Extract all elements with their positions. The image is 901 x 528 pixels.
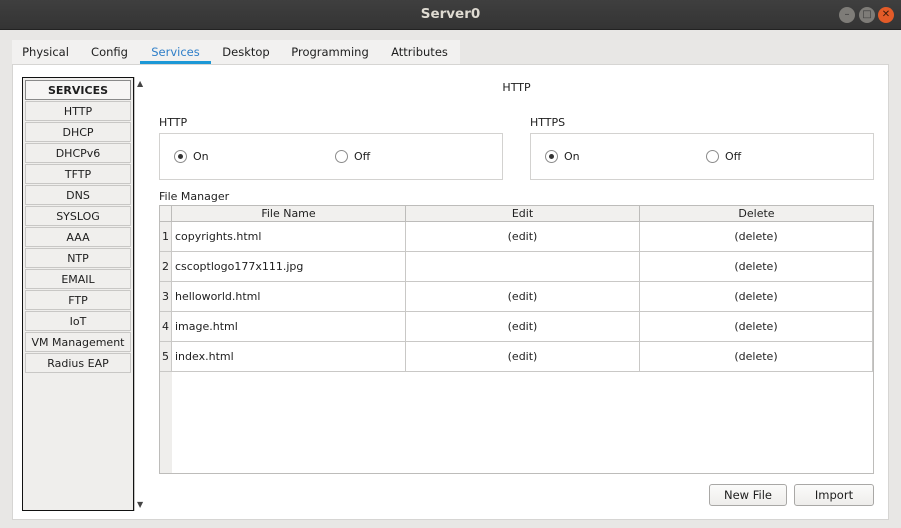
window-title: Server0 (420, 6, 481, 22)
tab-physical[interactable]: Physical (12, 40, 79, 64)
sidebar-item-iot[interactable]: IoT (25, 311, 131, 331)
file-name-cell[interactable]: copyrights.html (172, 222, 406, 252)
maximize-icon[interactable]: □ (859, 7, 875, 23)
https-on-label: On (564, 150, 580, 163)
delete-link[interactable]: (delete) (640, 252, 873, 282)
scroll-up-icon[interactable]: ▲ (137, 79, 143, 88)
column-header-edit[interactable]: Edit (406, 206, 640, 222)
http-label: HTTP (159, 116, 188, 129)
sidebar-item-dns[interactable]: DNS (25, 185, 131, 205)
delete-link[interactable]: (delete) (640, 282, 873, 312)
delete-link[interactable]: (delete) (640, 342, 873, 372)
row-number: 1 (160, 222, 172, 252)
edit-link[interactable]: (edit) (406, 342, 640, 372)
scroll-down-icon[interactable]: ▼ (137, 500, 143, 509)
sidebar-item-http[interactable]: HTTP (25, 101, 131, 121)
https-on-radio[interactable] (545, 150, 558, 163)
http-toggle-group: On Off (159, 133, 503, 180)
http-on-label: On (193, 150, 209, 163)
delete-link[interactable]: (delete) (640, 312, 873, 342)
sidebar-item-dhcp[interactable]: DHCP (25, 122, 131, 142)
window-titlebar: Server0 – □ ✕ (0, 0, 901, 30)
edit-cell-empty (406, 252, 640, 282)
sidebar-item-radius-eap[interactable]: Radius EAP (25, 353, 131, 373)
file-name-cell[interactable]: index.html (172, 342, 406, 372)
https-toggle-group: On Off (530, 133, 874, 180)
new-file-button[interactable]: New File (709, 484, 787, 506)
import-button[interactable]: Import (794, 484, 874, 506)
delete-link[interactable]: (delete) (640, 222, 873, 252)
sidebar-item-ftp[interactable]: FTP (25, 290, 131, 310)
http-on-radio[interactable] (174, 150, 187, 163)
file-name-cell[interactable]: image.html (172, 312, 406, 342)
tab-attributes[interactable]: Attributes (379, 40, 460, 64)
page-title: HTTP (502, 81, 531, 94)
sidebar-item-dhcpv6[interactable]: DHCPv6 (25, 143, 131, 163)
column-header-delete[interactable]: Delete (640, 206, 873, 222)
row-number: 2 (160, 252, 172, 282)
https-off-label: Off (725, 150, 742, 163)
sidebar-item-syslog[interactable]: SYSLOG (25, 206, 131, 226)
corner-header (160, 206, 172, 222)
https-label: HTTPS (530, 116, 566, 129)
tab-desktop[interactable]: Desktop (211, 40, 281, 64)
sidebar-item-vm-management[interactable]: VM Management (25, 332, 131, 352)
http-off-label: Off (354, 150, 371, 163)
edit-link[interactable]: (edit) (406, 282, 640, 312)
sidebar-item-ntp[interactable]: NTP (25, 248, 131, 268)
row-number: 3 (160, 282, 172, 312)
column-header-file-name[interactable]: File Name (172, 206, 406, 222)
edit-link[interactable]: (edit) (406, 312, 640, 342)
tab-programming[interactable]: Programming (281, 40, 379, 64)
tab-services[interactable]: Services (140, 40, 211, 65)
https-off-radio[interactable] (706, 150, 719, 163)
file-name-cell[interactable]: helloworld.html (172, 282, 406, 312)
tab-config[interactable]: Config (79, 40, 140, 64)
file-manager-table: File Name Edit Delete 1 copyrights.html … (159, 205, 874, 474)
services-header: SERVICES (25, 80, 131, 100)
row-number: 4 (160, 312, 172, 342)
file-manager-label: File Manager (159, 190, 230, 203)
minimize-icon[interactable]: – (839, 7, 855, 23)
sidebar-item-email[interactable]: EMAIL (25, 269, 131, 289)
services-sidebar: SERVICES HTTP DHCP DHCPv6 TFTP DNS SYSLO… (22, 77, 134, 511)
edit-link[interactable]: (edit) (406, 222, 640, 252)
file-name-cell[interactable]: cscoptlogo177x111.jpg (172, 252, 406, 282)
close-icon[interactable]: ✕ (878, 7, 894, 23)
sidebar-item-aaa[interactable]: AAA (25, 227, 131, 247)
http-off-radio[interactable] (335, 150, 348, 163)
row-number: 5 (160, 342, 172, 372)
sidebar-scrollbar[interactable]: ▲ ▼ (134, 77, 148, 511)
sidebar-item-tftp[interactable]: TFTP (25, 164, 131, 184)
